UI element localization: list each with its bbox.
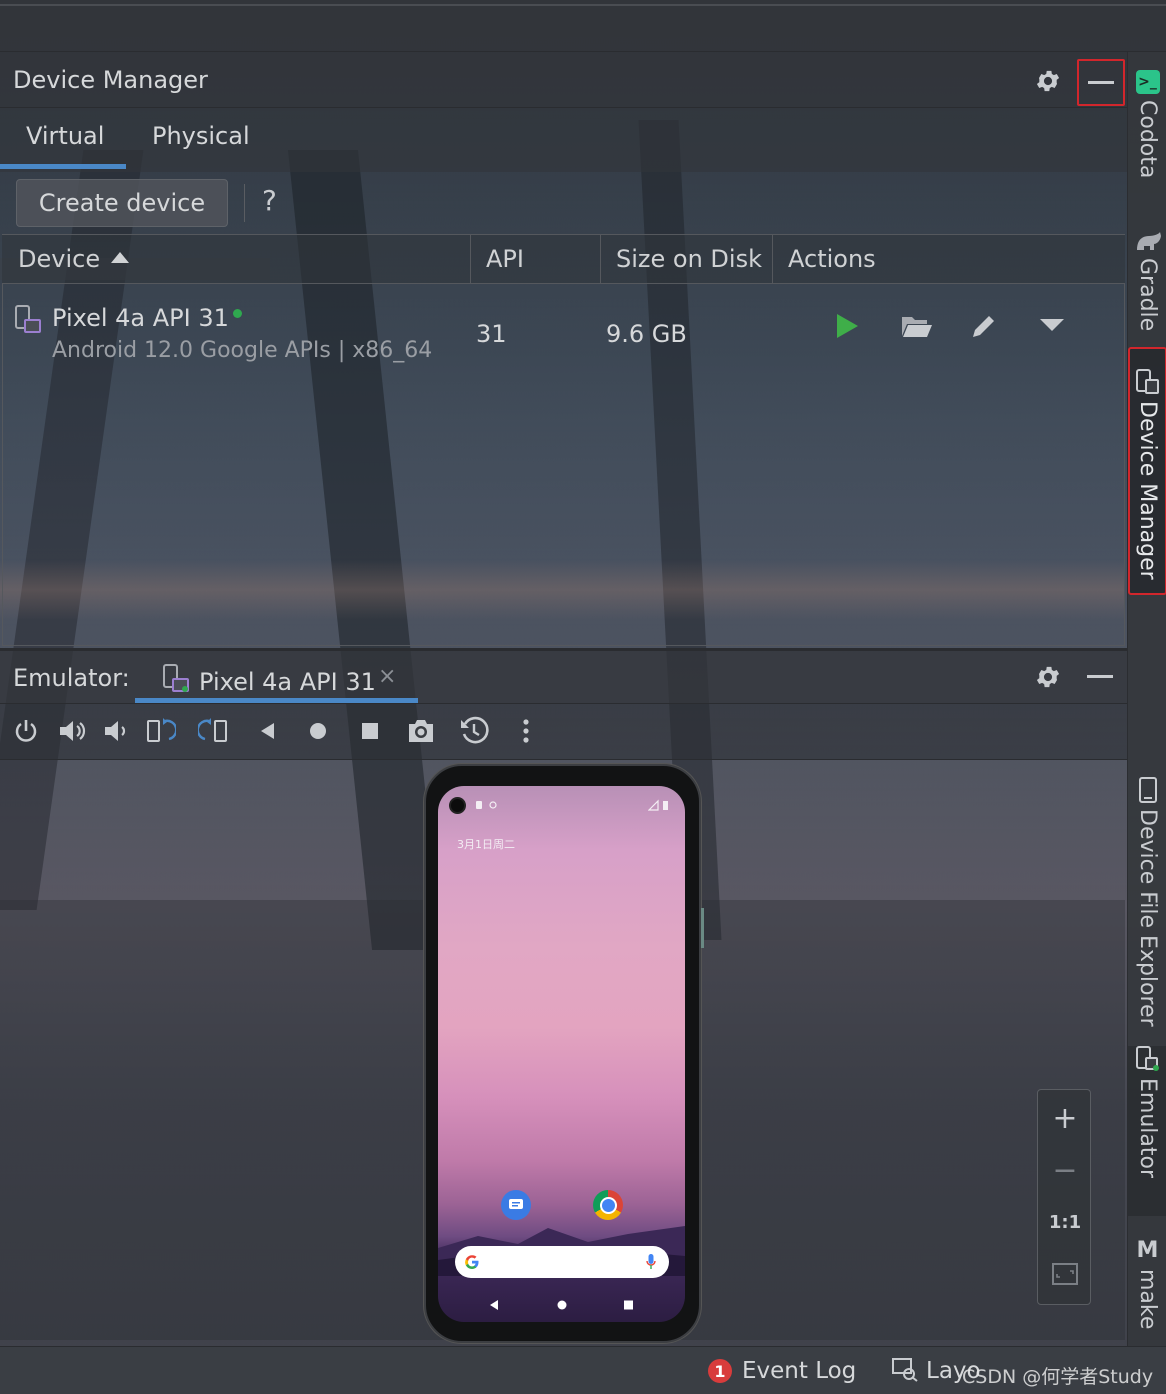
column-actions: Actions	[788, 245, 876, 273]
tool-label: Emulator	[1135, 1078, 1160, 1178]
tool-make[interactable]: M make	[1128, 1238, 1166, 1329]
edit-pencil-icon[interactable]	[968, 311, 1000, 341]
phone-navigation-bar	[490, 1300, 633, 1310]
tool-gradle[interactable]: Gradle	[1128, 230, 1166, 331]
sort-ascending-icon[interactable]	[111, 252, 129, 264]
virtual-device-icon	[15, 305, 41, 333]
tool-label: Codota	[1135, 100, 1160, 179]
minimize-panel-button[interactable]	[1077, 59, 1125, 106]
zoom-control: + − 1:1	[1037, 1089, 1091, 1305]
device-file-explorer-icon	[1138, 777, 1157, 803]
device-name: Pixel 4a API 31	[52, 304, 229, 332]
status-bar-icons	[476, 801, 497, 809]
codota-icon: >_	[1135, 70, 1160, 94]
dropdown-arrow-icon[interactable]	[1037, 314, 1067, 336]
close-tab-icon[interactable]: ×	[378, 664, 396, 689]
google-search-bar[interactable]	[455, 1246, 669, 1278]
tab-physical[interactable]: Physical	[152, 122, 250, 150]
overview-icon[interactable]	[355, 716, 385, 746]
emulator-label: Emulator:	[13, 664, 130, 692]
phone-side-button	[701, 908, 704, 948]
messages-app-icon[interactable]	[501, 1190, 531, 1220]
emulator-device-icon	[163, 664, 189, 692]
tool-label: make	[1135, 1269, 1160, 1330]
column-device[interactable]: Device	[18, 245, 100, 273]
active-tab-indicator	[0, 164, 126, 169]
power-icon[interactable]	[11, 716, 41, 746]
tool-label: Device File Explorer	[1135, 809, 1160, 1027]
minimize-icon[interactable]	[1085, 664, 1115, 690]
phone-overview-icon	[624, 1300, 633, 1310]
minimize-icon	[1088, 80, 1114, 84]
google-g-icon	[465, 1255, 479, 1269]
emulator-tab-label: Pixel 4a API 31	[199, 668, 376, 696]
rotate-right-icon[interactable]	[198, 716, 228, 746]
emulator-icon	[1135, 1046, 1159, 1071]
fit-screen-icon	[1052, 1263, 1078, 1285]
volume-up-icon[interactable]	[57, 716, 87, 746]
device-manager-title: Device Manager	[13, 66, 208, 94]
more-icon[interactable]	[511, 716, 541, 746]
tool-label: Gradle	[1135, 258, 1160, 332]
help-icon[interactable]: ?	[262, 184, 277, 217]
zoom-fit-button[interactable]	[1038, 1254, 1092, 1294]
device-size: 9.6 GB	[606, 320, 687, 348]
settings-gear-icon[interactable]	[1033, 662, 1063, 692]
microphone-icon[interactable]	[646, 1254, 656, 1270]
tool-label: Device Manager	[1135, 401, 1160, 580]
phone-home-icon	[557, 1300, 567, 1310]
home-date-widget[interactable]: 3月1日周二	[457, 836, 515, 852]
folder-open-icon[interactable]	[900, 311, 934, 341]
rotate-left-icon[interactable]	[146, 716, 176, 746]
home-icon[interactable]	[303, 716, 333, 746]
device-type-tabs: Virtual Physical	[0, 108, 1127, 280]
gradle-elephant-icon	[1136, 232, 1161, 250]
event-count-badge: 1	[708, 1359, 732, 1383]
tool-codota[interactable]: >_ Codota	[1128, 70, 1166, 178]
event-log-button[interactable]: Event Log	[742, 1358, 856, 1384]
watermark-text: CSDN @何学者Study	[962, 1366, 1154, 1388]
chrome-app-icon[interactable]	[593, 1190, 623, 1220]
right-tool-window-strip: >_ Codota Gradle Device Manager Device F…	[1127, 52, 1166, 1346]
play-icon[interactable]	[832, 311, 862, 341]
toolbar-separator	[244, 184, 245, 222]
column-api[interactable]: API	[486, 245, 524, 273]
device-manager-header: Device Manager	[0, 52, 1127, 108]
make-m-icon: M	[1136, 1238, 1159, 1263]
tool-device-file-explorer[interactable]: Device File Explorer	[1128, 777, 1166, 1027]
device-subtitle: Android 12.0 Google APIs | x86_64	[52, 338, 433, 363]
screenshot-icon[interactable]	[406, 716, 436, 746]
zoom-in-button[interactable]: +	[1038, 1098, 1092, 1138]
create-device-button[interactable]: Create device	[16, 179, 228, 227]
device-api: 31	[476, 320, 507, 348]
tool-device-manager[interactable]: Device Manager	[1128, 347, 1166, 595]
device-manager-icon	[1135, 369, 1159, 394]
online-status-indicator	[233, 309, 242, 318]
zoom-out-button[interactable]: −	[1038, 1150, 1092, 1190]
back-icon[interactable]	[252, 716, 282, 746]
phone-back-icon	[490, 1300, 498, 1310]
active-tab-indicator	[135, 698, 418, 703]
settings-gear-icon[interactable]	[1033, 66, 1063, 96]
layout-inspector-icon[interactable]	[892, 1358, 918, 1382]
tool-emulator[interactable]: Emulator	[1128, 1046, 1166, 1216]
signal-battery-icon	[648, 799, 668, 811]
front-camera-icon	[449, 797, 466, 814]
emulator-screen[interactable]	[438, 786, 685, 1322]
editor-top-strip	[0, 0, 1166, 52]
device-table-header: Device API Size on Disk Actions	[2, 234, 1125, 284]
zoom-actual-size-button[interactable]: 1:1	[1038, 1202, 1092, 1242]
column-size-on-disk[interactable]: Size on Disk	[616, 245, 762, 273]
tab-virtual[interactable]: Virtual	[26, 122, 104, 150]
volume-down-icon[interactable]	[101, 716, 131, 746]
snapshot-icon[interactable]	[459, 716, 489, 746]
